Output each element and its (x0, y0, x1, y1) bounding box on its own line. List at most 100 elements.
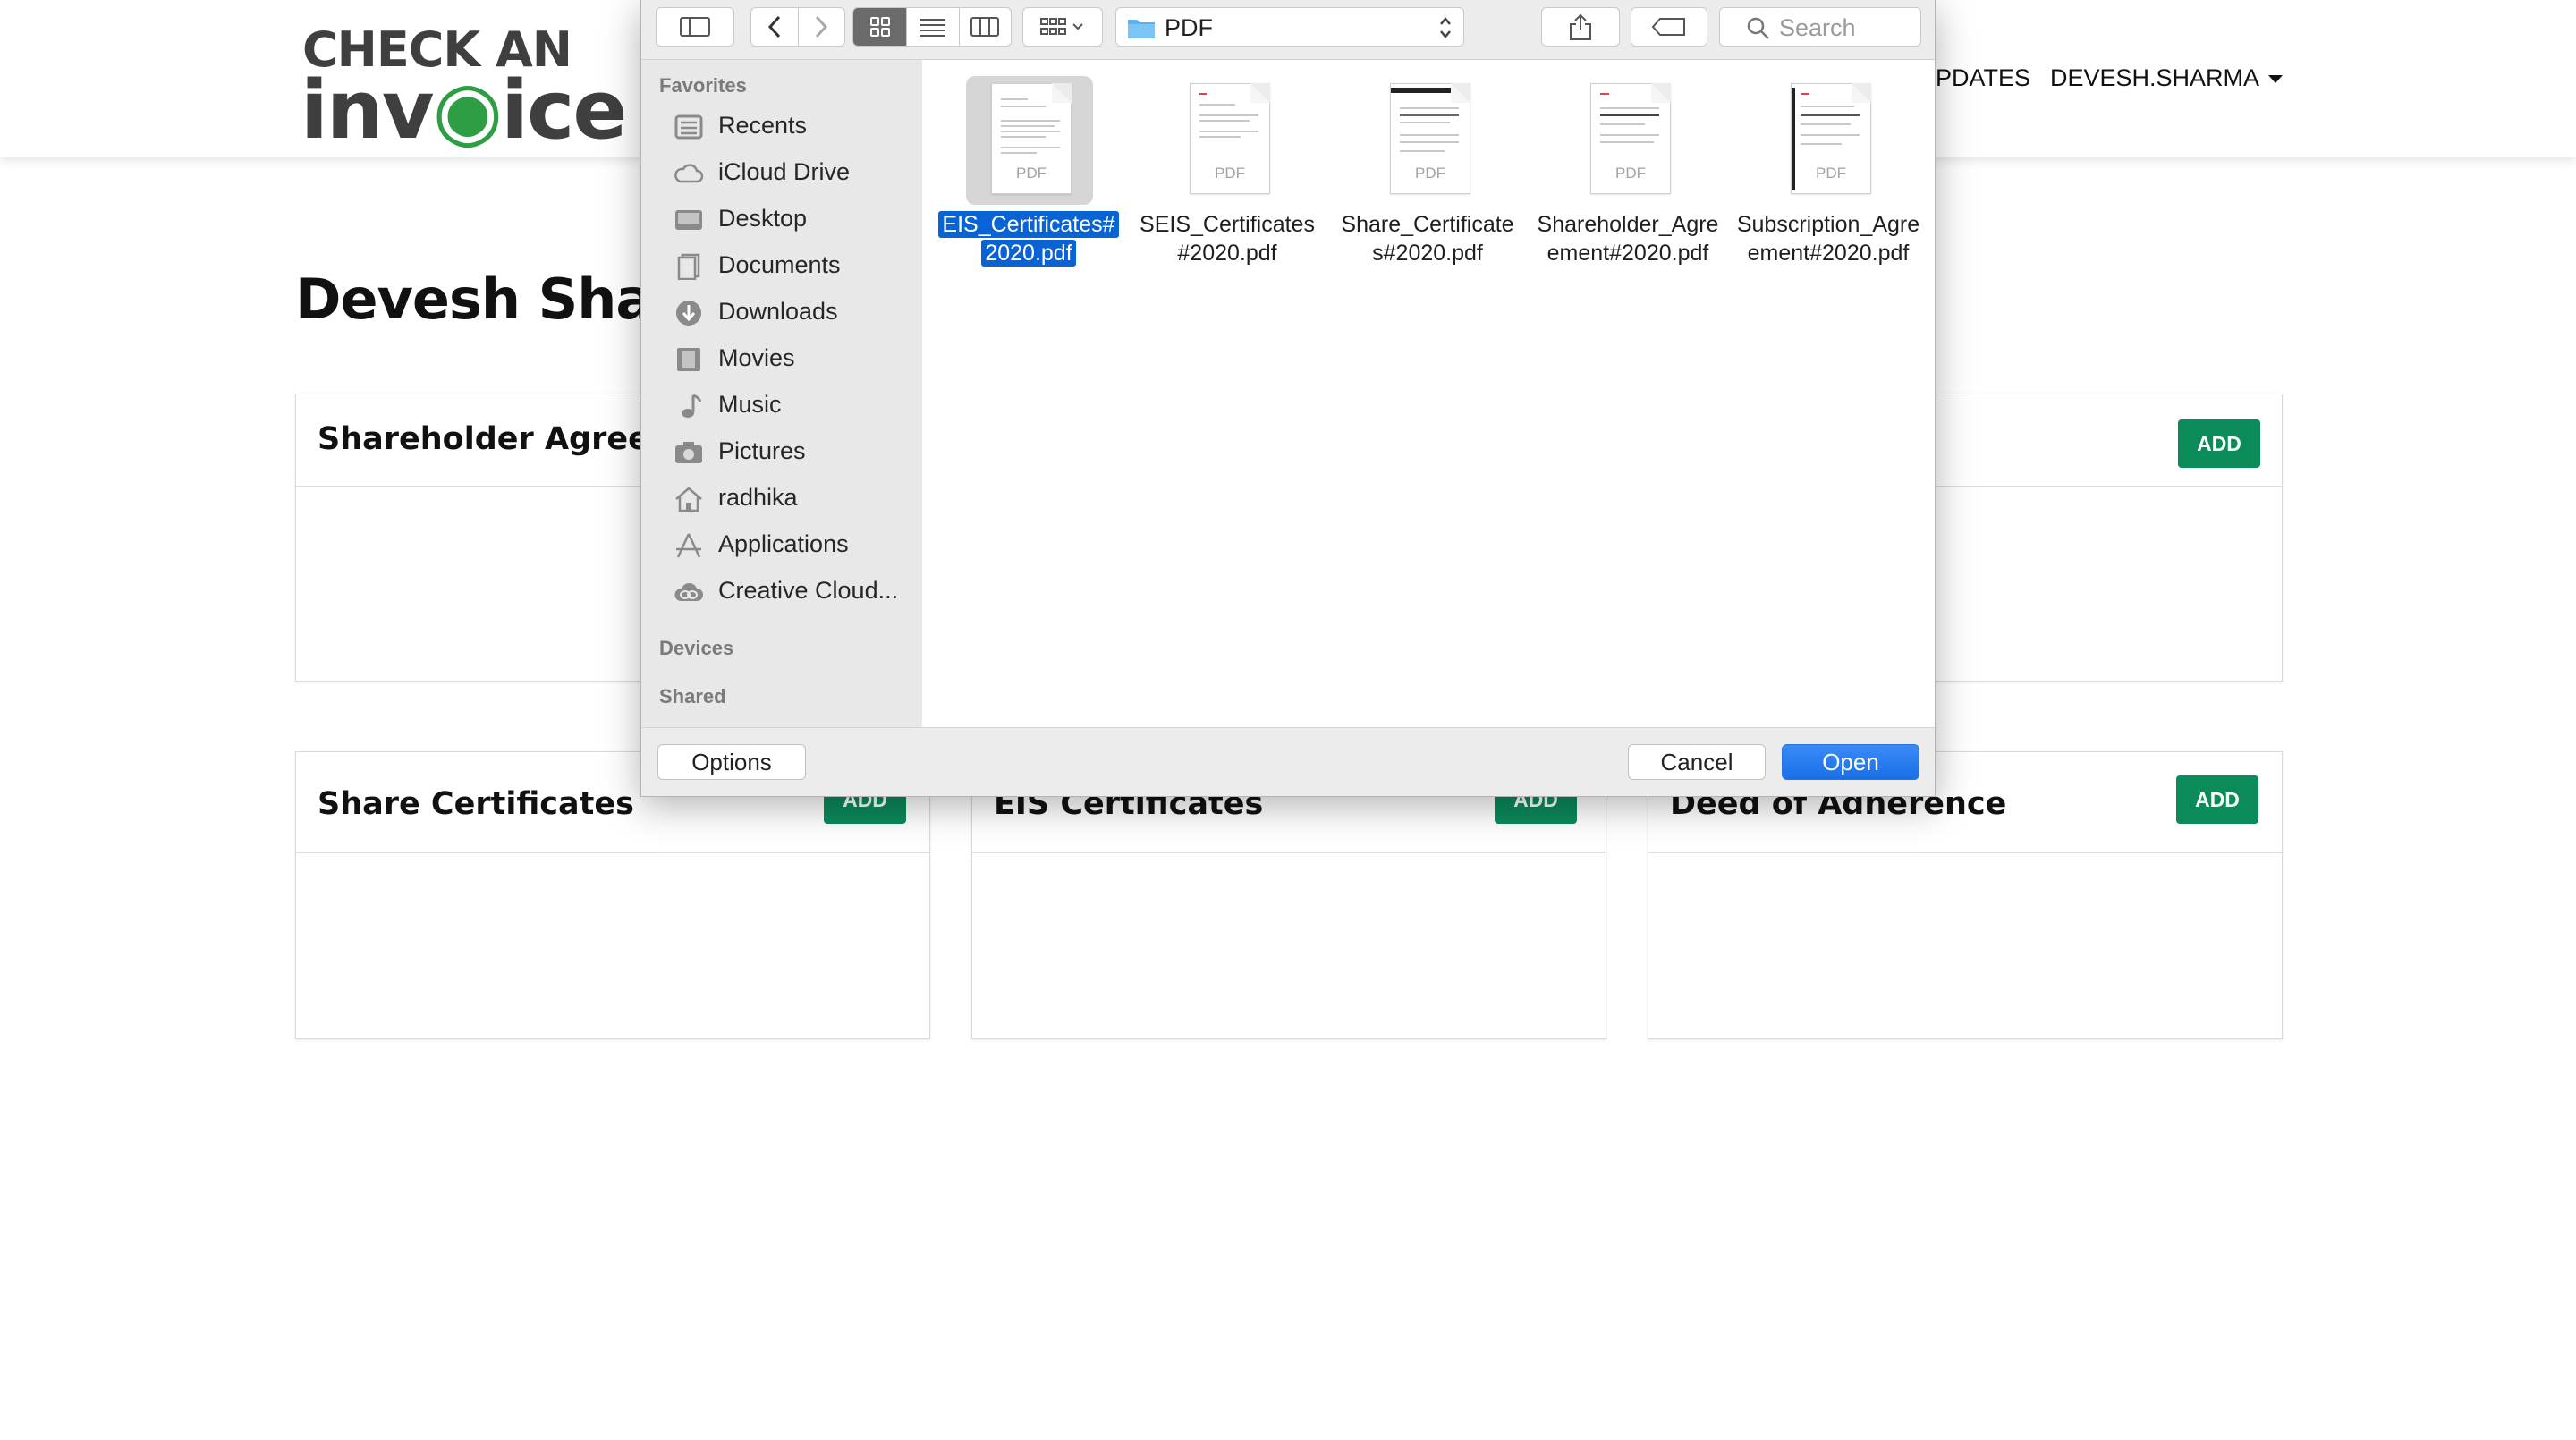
devices-heading[interactable]: Devices (659, 637, 733, 660)
applications-icon (676, 533, 701, 558)
file-item[interactable]: PDF SEIS_Certificates #2020.pdf (1124, 69, 1321, 275)
file-type-label: PDF (1415, 165, 1445, 182)
sidebar-item-label: Music (718, 391, 782, 418)
tag-icon (1651, 18, 1685, 36)
sidebar-item-label: Creative Cloud... (718, 577, 899, 604)
file-item[interactable]: PDF Share_Certificate s#2020.pdf (1325, 69, 1521, 275)
file-open-dialog: PDF Search Favorites Recents iCloud Driv… (640, 0, 1936, 797)
caret-down-icon (2268, 75, 2284, 84)
sidebar-item-documents[interactable]: Documents (641, 244, 922, 289)
view-mode-control (852, 7, 1012, 47)
check-an-invoice-logo[interactable]: CHECK AN inv◉ice (301, 21, 627, 152)
logo-text-a: inv (301, 64, 435, 157)
file-thumbnail: PDF (1165, 76, 1292, 205)
downloads-icon (676, 301, 701, 326)
sidebar-item-creative-cloud[interactable]: Creative Cloud... (641, 570, 922, 614)
sidebar-item-label: Movies (718, 344, 795, 371)
pdf-document-icon: PDF (1791, 83, 1871, 194)
file-thumbnail: PDF (1766, 76, 1893, 205)
user-menu[interactable]: DEVESH.SHARMA (2050, 63, 2284, 93)
sidebar-item-label: radhika (718, 484, 798, 511)
shared-heading[interactable]: Shared (659, 685, 726, 708)
logo-text-b: ice (501, 64, 627, 157)
file-type-label: PDF (1016, 165, 1046, 182)
location-label: PDF (1165, 14, 1213, 41)
sidebar-item-label: Pictures (718, 437, 806, 464)
sidebar-item-recents[interactable]: Recents (641, 105, 922, 149)
movies-icon (677, 348, 700, 371)
grid-icon (869, 17, 890, 37)
sidebar-item-icloud-drive[interactable]: iCloud Drive (641, 151, 922, 196)
favorites-heading: Favorites (659, 74, 747, 97)
file-name: Shareholder_Agre ement#2020.pdf (1537, 212, 1719, 266)
sidebar-item-desktop[interactable]: Desktop (641, 198, 922, 242)
file-name: SEIS_Certificates #2020.pdf (1140, 212, 1315, 266)
folder-icon (1128, 20, 1155, 38)
dialog-sidebar: Favorites Recents iCloud Drive Desktop D… (641, 60, 922, 727)
pdf-document-icon: PDF (1590, 83, 1671, 194)
file-thumbnail-selected: PDF (966, 76, 1093, 205)
up-down-chevron-icon (1440, 17, 1451, 38)
file-type-label: PDF (1615, 165, 1646, 182)
sidebar-item-pictures[interactable]: Pictures (641, 430, 922, 475)
logo-target-mark: ◉ (432, 64, 504, 157)
desktop-icon (675, 210, 702, 230)
file-type-label: PDF (1215, 165, 1245, 182)
search-icon (1747, 17, 1769, 39)
user-menu-label: DEVESH.SHARMA (2050, 64, 2260, 91)
forward-button[interactable] (799, 8, 845, 46)
creative-cloud-icon (674, 582, 703, 601)
sidebar-item-label: Desktop (718, 205, 808, 232)
file-type-label: PDF (1816, 165, 1846, 182)
file-thumbnail: PDF (1365, 76, 1492, 205)
cancel-button[interactable]: Cancel (1628, 744, 1766, 780)
group-by-button[interactable] (1022, 7, 1103, 47)
file-name: EIS_Certificates# 2020.pdf (926, 210, 1131, 267)
open-button[interactable]: Open (1782, 744, 1919, 780)
sidebar-item-home[interactable]: radhika (641, 477, 922, 521)
dialog-toolbar: PDF Search (641, 0, 1935, 60)
pdf-document-icon: PDF (991, 83, 1072, 194)
search-placeholder: Search (1779, 14, 1856, 41)
tags-button[interactable] (1631, 7, 1707, 47)
search-field[interactable]: Search (1719, 7, 1921, 47)
list-icon (919, 19, 945, 37)
sidebar-item-label: Documents (718, 251, 841, 278)
icon-view-button[interactable] (853, 8, 908, 46)
list-view-button[interactable] (907, 8, 960, 46)
file-name: Share_Certificate s#2020.pdf (1341, 212, 1514, 266)
music-note-icon (682, 394, 702, 418)
back-button[interactable] (751, 8, 799, 46)
pdf-document-icon: PDF (1390, 83, 1470, 194)
add-button[interactable]: ADD (2176, 775, 2258, 824)
group-grid-icon (1040, 18, 1083, 35)
camera-icon (675, 442, 702, 463)
file-item[interactable]: PDF Subscription_Agre ement#2020.pdf (1725, 69, 1922, 275)
sidebar-item-music[interactable]: Music (641, 384, 922, 428)
add-button[interactable]: ADD (2178, 419, 2260, 468)
chevron-left-icon (767, 15, 780, 38)
file-browser: PDF EIS_Certificates# 2020.pdf PDF SEIS_C… (922, 60, 1935, 727)
pdf-document-icon: PDF (1190, 83, 1270, 194)
logo-line-2: inv◉ice (301, 70, 627, 152)
file-item[interactable]: PDF EIS_Certificates# 2020.pdf (926, 69, 1123, 275)
sidebar-item-movies[interactable]: Movies (641, 337, 922, 382)
columns-icon (970, 17, 1000, 37)
sidebar-toggle-icon (680, 17, 710, 37)
dialog-footer: Options Cancel Open (641, 727, 1935, 796)
share-icon (1570, 13, 1591, 40)
location-popup[interactable]: PDF (1115, 7, 1464, 47)
card-title: Share Certificates (318, 786, 634, 822)
column-view-button[interactable] (960, 8, 1011, 46)
nav-updates-link[interactable]: PDATES (1936, 63, 2030, 93)
sidebar-item-label: Downloads (718, 298, 838, 325)
sidebar-item-applications[interactable]: Applications (641, 523, 922, 568)
file-item[interactable]: PDF Shareholder_Agre ement#2020.pdf (1525, 69, 1722, 275)
sidebar-toggle-button[interactable] (656, 7, 734, 47)
share-button[interactable] (1541, 7, 1620, 47)
home-icon (675, 487, 702, 512)
options-button[interactable]: Options (657, 744, 806, 780)
file-name: Subscription_Agre ement#2020.pdf (1736, 212, 1920, 266)
sidebar-item-downloads[interactable]: Downloads (641, 291, 922, 335)
cloud-icon (674, 164, 704, 183)
